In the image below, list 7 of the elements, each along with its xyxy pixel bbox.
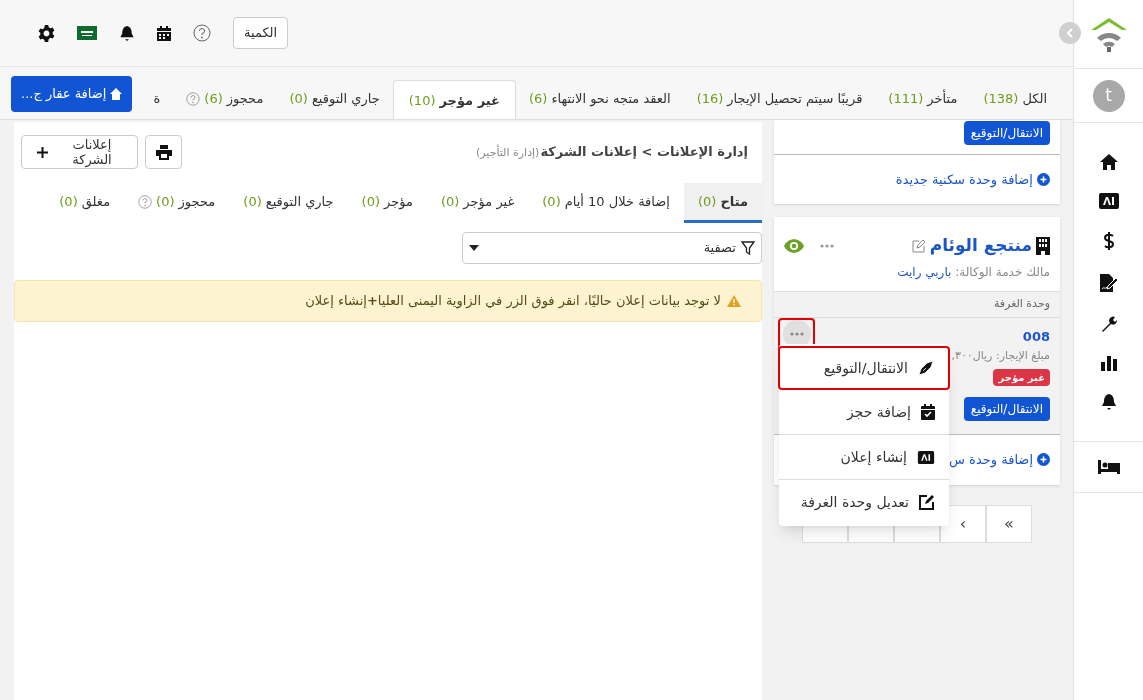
breadcrumb-context: (إدارة التأجير) (475, 145, 540, 162)
owner-label: مالك خدمة الوكالة: (955, 264, 1050, 279)
breadcrumb: إدارة الإعلانات > إعلانات الشركة (540, 143, 748, 162)
rent-amount: مبلغ الإيجار: ريال٣٠٠, (950, 348, 1050, 364)
status-badge: غير مؤجر (993, 368, 1050, 386)
section-title: وحدة الغرفة (993, 295, 1050, 312)
alert-message: لا توجد بيانات إعلان حاليًا، انقر فوق الزر في الزاوية اليمنى العليا+إنشاء إعلان (305, 292, 721, 311)
